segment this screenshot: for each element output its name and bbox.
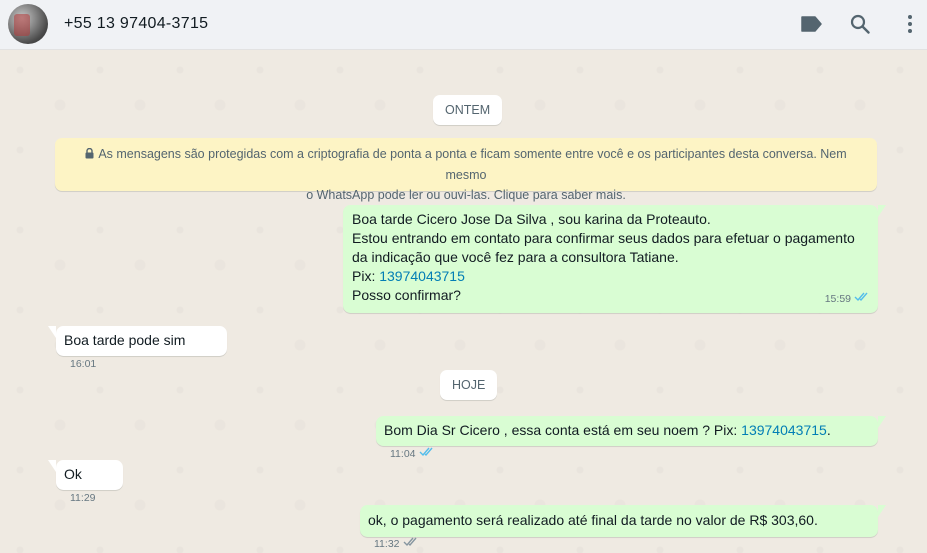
- read-ticks-icon: [854, 290, 870, 309]
- message-text: Pix:: [352, 268, 380, 284]
- message-text: Posso confirmar?: [352, 287, 461, 303]
- message-text: Bom Dia Sr Cicero , essa conta está em s…: [384, 422, 742, 438]
- message-time: 11:29: [70, 492, 96, 504]
- message-outgoing[interactable]: ok, o pagamento será realizado até final…: [360, 505, 886, 550]
- date-separator-today: HOJE: [440, 370, 498, 400]
- pix-link[interactable]: 13974043715: [741, 422, 827, 438]
- encryption-notice[interactable]: As mensagens são protegidas com a cripto…: [55, 138, 877, 202]
- message-incoming[interactable]: Boa tarde pode sim 16:01: [48, 326, 227, 370]
- message-meta: 11:29: [70, 489, 96, 508]
- date-separator-yesterday: ONTEM: [433, 95, 503, 125]
- message-text: Estou entrando em contato para confirmar…: [352, 230, 855, 246]
- avatar[interactable]: [8, 4, 48, 44]
- message-outgoing[interactable]: Boa tarde Cicero Jose Da Silva , sou kar…: [343, 205, 886, 313]
- message-text: Boa tarde Cicero Jose Da Silva , sou kar…: [352, 211, 711, 227]
- menu-icon[interactable]: [899, 13, 921, 35]
- search-icon[interactable]: [849, 13, 871, 35]
- message-text: Boa tarde pode sim: [64, 332, 186, 348]
- lock-icon: [85, 145, 94, 165]
- encryption-notice-text-2: o WhatsApp pode ler ou ouvi-las. Clique …: [306, 188, 626, 202]
- chat-area[interactable]: ONTEM As mensagens são protegidas com a …: [0, 50, 927, 553]
- delivered-ticks-icon: [403, 535, 419, 553]
- chat-header: +55 13 97404-3715: [0, 0, 927, 50]
- message-text: Ok: [64, 466, 82, 482]
- contact-name[interactable]: +55 13 97404-3715: [64, 15, 208, 33]
- pix-link[interactable]: 13974043715: [379, 268, 465, 284]
- message-time: 11:04: [390, 448, 416, 460]
- message-time: 15:59: [824, 293, 851, 305]
- encryption-notice-text-1: As mensagens são protegidas com a cripto…: [98, 147, 847, 182]
- message-text: .: [826, 422, 831, 438]
- message-meta: 11:32: [374, 535, 419, 553]
- message-incoming[interactable]: Ok 11:29: [48, 460, 123, 504]
- message-text: ok, o pagamento será realizado até final…: [368, 512, 818, 528]
- label-icon[interactable]: [800, 13, 822, 35]
- message-text: da indicação que você fez para a consult…: [352, 249, 679, 265]
- message-meta: 11:04: [390, 445, 435, 464]
- message-outgoing[interactable]: Bom Dia Sr Cicero , essa conta está em s…: [376, 416, 886, 460]
- message-time: 16:01: [70, 358, 97, 370]
- message-time: 11:32: [374, 538, 400, 550]
- read-ticks-icon: [419, 445, 435, 464]
- message-meta: 15:59: [825, 290, 870, 309]
- message-meta: 16:01: [70, 355, 96, 374]
